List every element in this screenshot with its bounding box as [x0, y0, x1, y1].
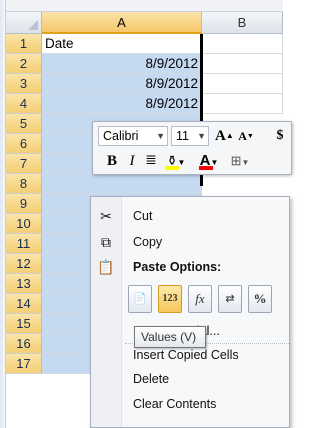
row-header-7[interactable]: 7: [6, 154, 42, 174]
formula-bar-edge: [6, 0, 283, 12]
menu-item-clear-contents-label: Clear Contents: [133, 397, 217, 411]
row-header-17[interactable]: 17: [6, 354, 42, 374]
font-name-box[interactable]: Calibri ▼: [98, 126, 168, 146]
fill-color-button[interactable]: ⚱▼: [163, 151, 189, 171]
row-header-5[interactable]: 5: [6, 114, 42, 134]
cell-b1[interactable]: [202, 34, 283, 54]
font-name: Calibri: [103, 129, 139, 143]
select-all-corner[interactable]: [6, 12, 42, 34]
cell-a3[interactable]: 8/9/2012: [42, 74, 202, 94]
paste-transpose-button[interactable]: ⇄: [218, 285, 242, 313]
paste-clipboard-icon: 📄: [133, 293, 147, 305]
transpose-icon: ⇄: [225, 293, 235, 305]
paste-formatting-button[interactable]: %: [248, 285, 272, 313]
row-header-11[interactable]: 11: [6, 234, 42, 254]
cell-b3[interactable]: [202, 74, 283, 94]
scissors-icon: ✂: [100, 208, 112, 224]
cell-b4[interactable]: [202, 94, 283, 114]
menu-item-copy-label: Copy: [133, 235, 163, 249]
context-menu: ✂ Cut ⧉ Copy 📋 Paste Options: 📄 123 fx ⇄…: [90, 196, 291, 428]
fill-color-swatch: [165, 166, 179, 170]
borders-icon: ⊞: [230, 153, 242, 168]
paste-values-button[interactable]: 123: [158, 285, 182, 313]
row-header-8[interactable]: 8: [6, 174, 42, 194]
tooltip: Values (V): [134, 326, 206, 348]
menu-item-clear-contents[interactable]: Clear Contents: [91, 392, 291, 416]
row-header-1[interactable]: 1: [6, 34, 42, 54]
column-header-b[interactable]: B: [202, 12, 283, 34]
paste-options-header: 📋 Paste Options:: [91, 255, 291, 279]
row-header-9[interactable]: 9: [6, 194, 42, 214]
cell-b2[interactable]: [202, 54, 283, 74]
row-header-12[interactable]: 12: [6, 254, 42, 274]
menu-item-delete[interactable]: Delete: [91, 367, 291, 391]
paste-button[interactable]: 📄: [128, 285, 152, 313]
row-header-13[interactable]: 13: [6, 274, 42, 294]
row-header-4[interactable]: 4: [6, 94, 42, 114]
row-header-6[interactable]: 6: [6, 134, 42, 154]
cell-a4[interactable]: 8/9/2012: [42, 94, 202, 114]
menu-item-cut[interactable]: ✂ Cut: [91, 204, 291, 228]
mini-toolbar: Calibri ▼ 11 ▼ A▲ A▼ $ B I ≣ ⚱▼ A▼ ⊞▼: [92, 121, 292, 175]
menu-item-copy[interactable]: ⧉ Copy: [91, 230, 291, 254]
paste-options-label: Paste Options:: [133, 260, 222, 274]
row-header-10[interactable]: 10: [6, 214, 42, 234]
chevron-down-icon: ▼: [241, 158, 250, 167]
bold-button[interactable]: B: [105, 151, 119, 171]
menu-item-cut-label: Cut: [133, 209, 153, 223]
column-header-a[interactable]: A: [42, 12, 202, 34]
chevron-down-icon: ▼: [197, 131, 206, 141]
cell-a8[interactable]: [42, 174, 202, 194]
row-header-2[interactable]: 2: [6, 54, 42, 74]
font-color-button[interactable]: A▼: [197, 151, 221, 171]
shrink-font-label: A: [238, 129, 247, 143]
clipboard-icon: 📋: [97, 259, 115, 275]
font-size-box[interactable]: 11 ▼: [171, 126, 209, 146]
center-align-icon[interactable]: ≣: [143, 151, 159, 171]
font-color-swatch: [199, 166, 213, 170]
cell-a2[interactable]: 8/9/2012: [42, 54, 202, 74]
grow-font-button[interactable]: A▲: [215, 126, 234, 146]
paste-formulas-button[interactable]: fx: [188, 285, 212, 313]
select-all-triangle-icon: [28, 20, 38, 30]
grow-font-label: A: [215, 128, 226, 144]
chevron-down-icon: ▼: [156, 131, 165, 141]
currency-button[interactable]: $: [273, 126, 287, 146]
copy-icon: ⧉: [101, 234, 111, 250]
row-header-14[interactable]: 14: [6, 294, 42, 314]
cell-a1[interactable]: Date: [42, 34, 202, 54]
caret-down-icon: ▼: [246, 132, 254, 140]
italic-button[interactable]: I: [125, 151, 139, 171]
row-header-3[interactable]: 3: [6, 74, 42, 94]
shrink-font-button[interactable]: A▼: [237, 126, 255, 146]
font-size: 11: [176, 129, 189, 143]
caret-up-icon: ▲: [225, 131, 234, 140]
row-header-15[interactable]: 15: [6, 314, 42, 334]
row-header-16[interactable]: 16: [6, 334, 42, 354]
menu-item-delete-label: Delete: [133, 372, 170, 386]
borders-button[interactable]: ⊞▼: [229, 151, 251, 171]
